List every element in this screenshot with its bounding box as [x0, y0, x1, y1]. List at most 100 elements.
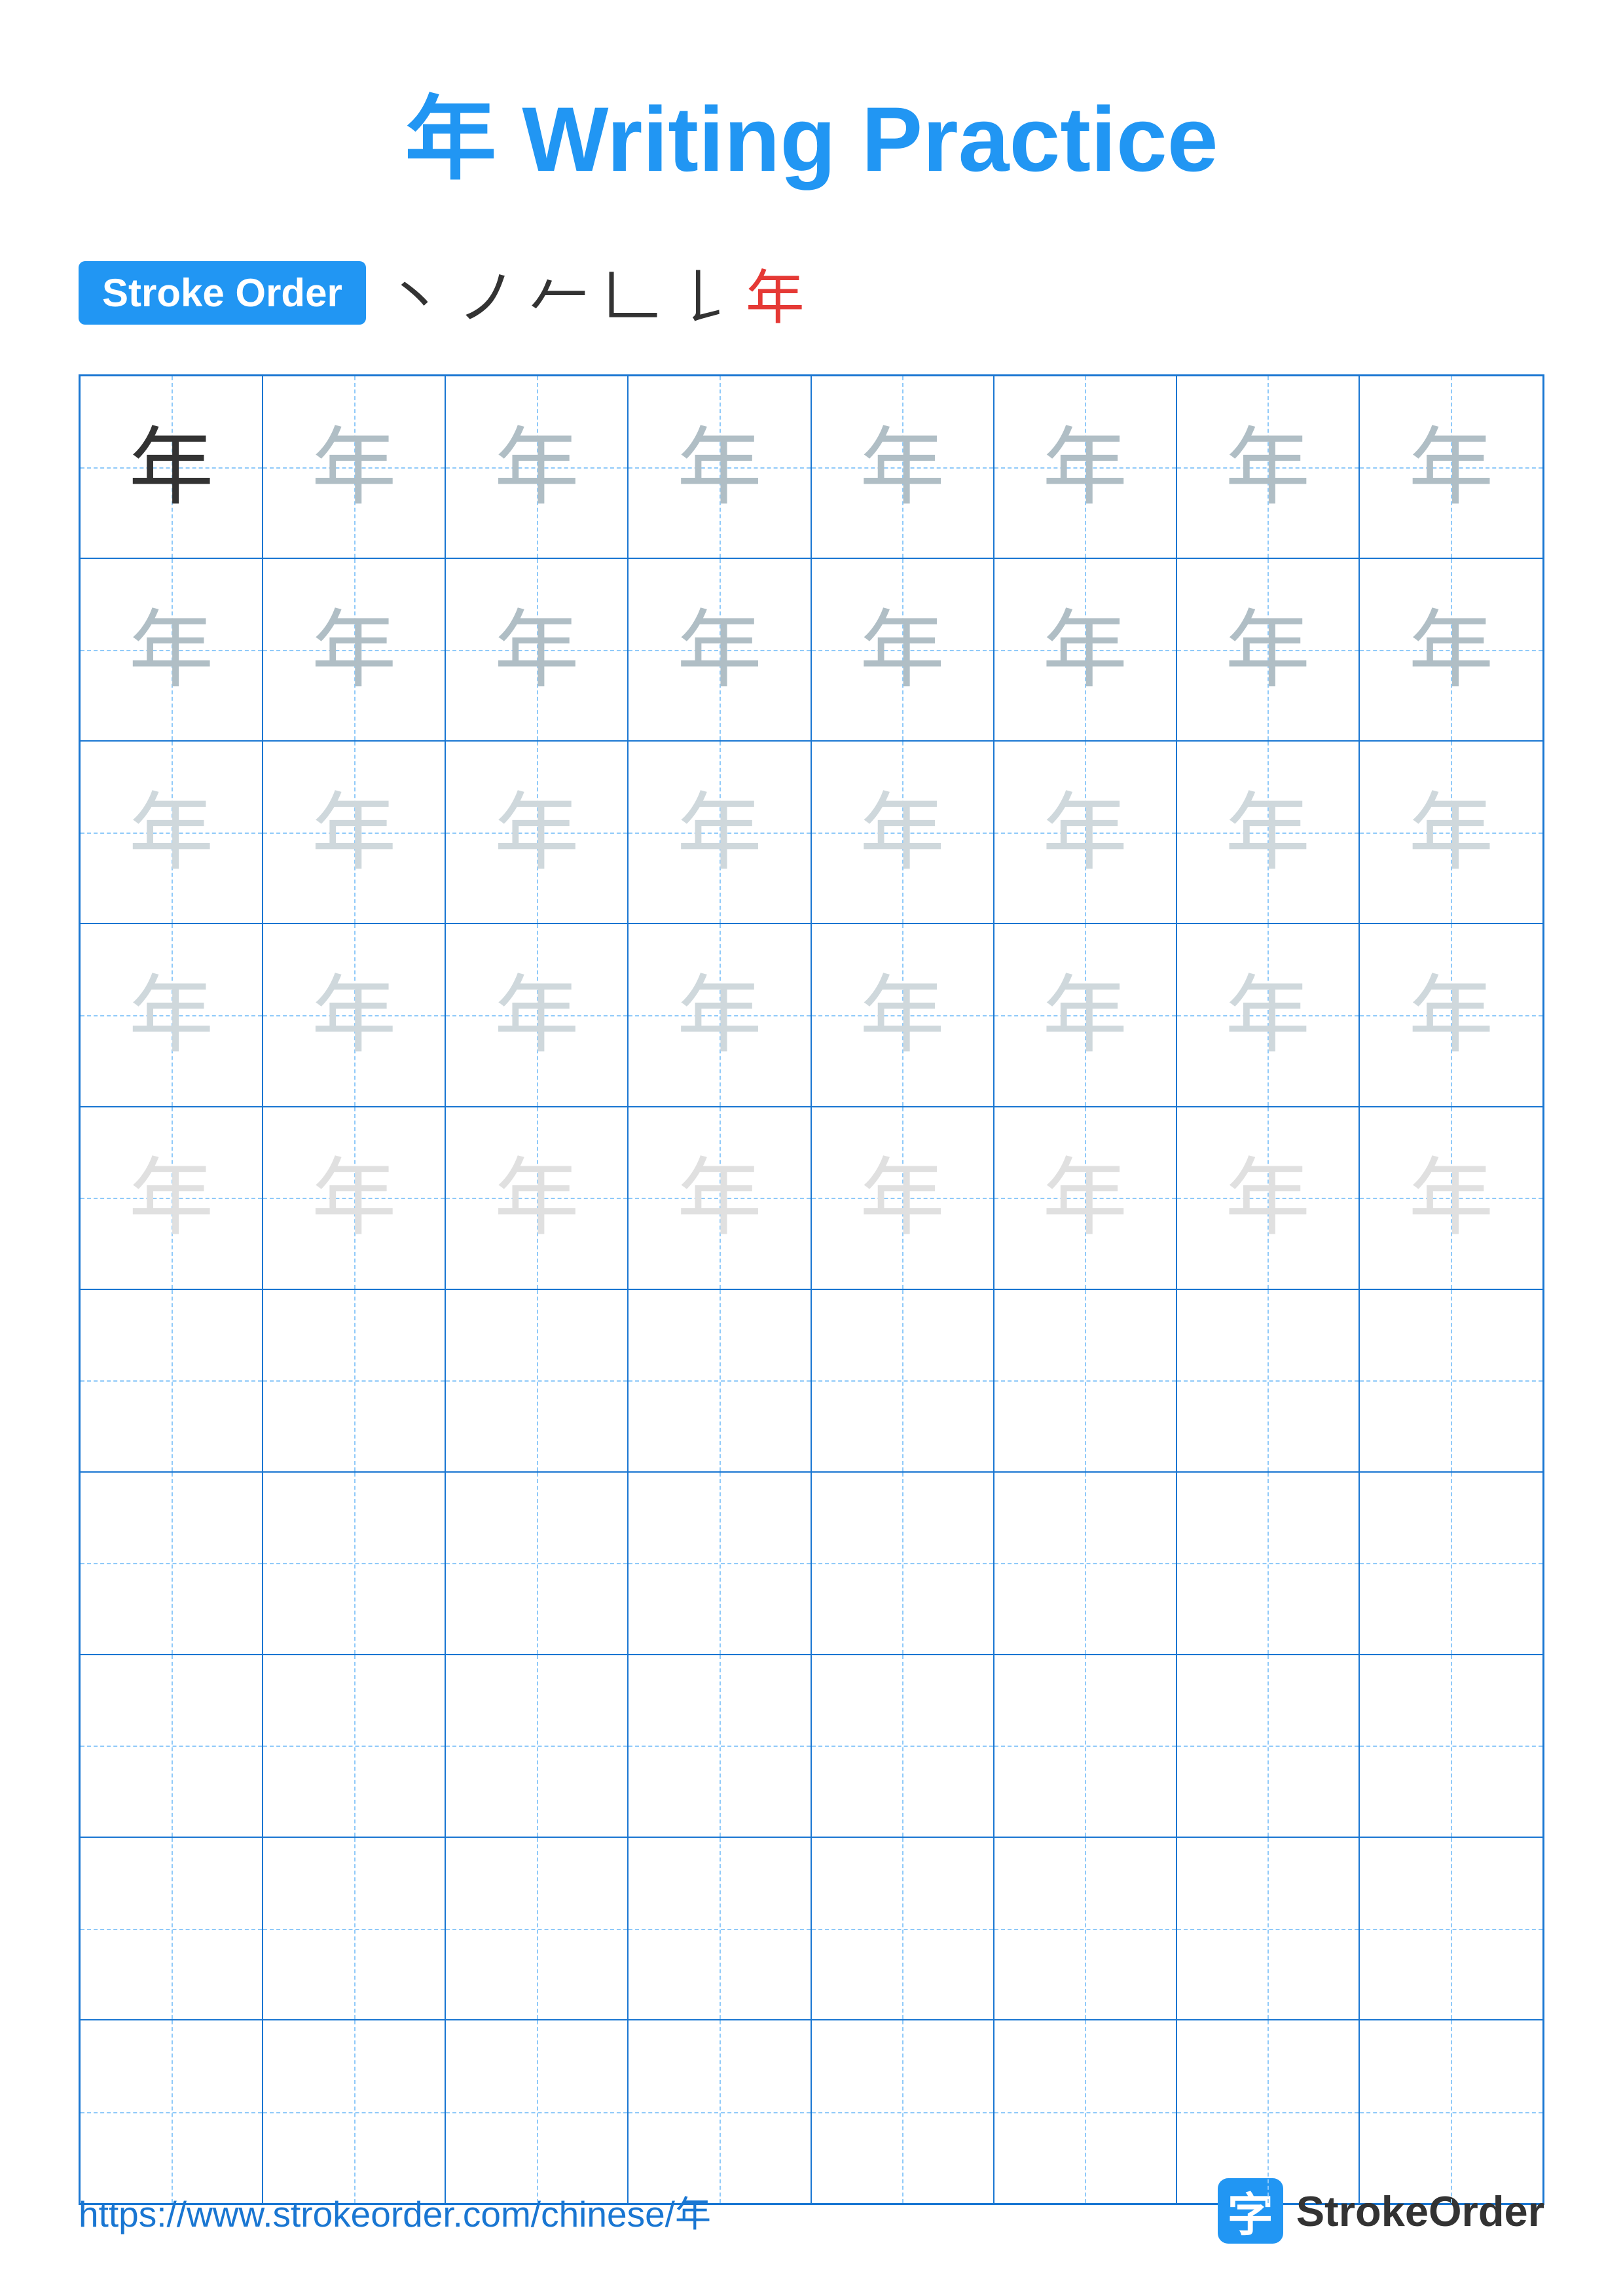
grid-cell-6-4	[629, 1290, 811, 1473]
grid-cell-2-1: 年	[81, 559, 263, 742]
stroke-4: 𠃊	[602, 250, 661, 335]
grid-cell-10-7	[1177, 2020, 1360, 2203]
stroke-order-section: Stroke Order 丶 ノ 𠂉 𠃊 𠄌 年	[79, 250, 1544, 335]
grid-cell-5-3: 年	[446, 1107, 629, 1290]
grid-row-1: 年 年 年 年 年 年 年 年	[81, 376, 1542, 559]
grid-cell-1-8: 年	[1360, 376, 1542, 559]
grid-cell-10-1	[81, 2020, 263, 2203]
grid-cell-9-6	[994, 1838, 1177, 2020]
page: 年 Writing Practice Stroke Order 丶 ノ 𠂉 𠃊 …	[0, 0, 1623, 2296]
grid-cell-10-2	[263, 2020, 446, 2203]
grid-cell-6-2	[263, 1290, 446, 1473]
grid-cell-3-8: 年	[1360, 742, 1542, 924]
title-char: 年	[405, 88, 496, 190]
grid-row-9	[81, 1838, 1542, 2020]
grid-cell-4-6: 年	[994, 924, 1177, 1107]
grid-cell-8-2	[263, 1655, 446, 1838]
stroke-1: 丶	[386, 250, 445, 335]
grid-cell-3-2: 年	[263, 742, 446, 924]
grid-cell-9-5	[812, 1838, 994, 2020]
grid-cell-3-6: 年	[994, 742, 1177, 924]
grid-cell-8-8	[1360, 1655, 1542, 1838]
grid-cell-1-6: 年	[994, 376, 1177, 559]
grid-cell-8-3	[446, 1655, 629, 1838]
grid-cell-4-5: 年	[812, 924, 994, 1107]
grid-cell-6-6	[994, 1290, 1177, 1473]
grid-row-10	[81, 2020, 1542, 2203]
grid-cell-2-5: 年	[812, 559, 994, 742]
grid-cell-3-4: 年	[629, 742, 811, 924]
grid-cell-8-6	[994, 1655, 1177, 1838]
grid-cell-5-7: 年	[1177, 1107, 1360, 1290]
grid-cell-5-6: 年	[994, 1107, 1177, 1290]
grid-cell-4-7: 年	[1177, 924, 1360, 1107]
grid-cell-7-2	[263, 1473, 446, 1655]
grid-cell-9-2	[263, 1838, 446, 2020]
grid-cell-4-2: 年	[263, 924, 446, 1107]
grid-cell-8-7	[1177, 1655, 1360, 1838]
stroke-6-final: 年	[746, 250, 805, 335]
grid-cell-1-4: 年	[629, 376, 811, 559]
stroke-order-badge: Stroke Order	[79, 261, 366, 325]
grid-cell-9-7	[1177, 1838, 1360, 2020]
title-label: Writing Practice	[522, 88, 1218, 190]
grid-cell-7-1	[81, 1473, 263, 1655]
grid-cell-6-1	[81, 1290, 263, 1473]
footer-brand-name: StrokeOrder	[1296, 2187, 1544, 2236]
grid-cell-7-7	[1177, 1473, 1360, 1655]
grid-cell-5-5: 年	[812, 1107, 994, 1290]
footer-logo: 字	[1218, 2178, 1283, 2244]
grid-cell-10-4	[629, 2020, 811, 2203]
stroke-3: 𠂉	[530, 250, 589, 335]
grid-cell-4-1: 年	[81, 924, 263, 1107]
grid-cell-9-8	[1360, 1838, 1542, 2020]
grid-cell-8-1	[81, 1655, 263, 1838]
grid-cell-5-4: 年	[629, 1107, 811, 1290]
grid-cell-1-3: 年	[446, 376, 629, 559]
grid-cell-1-7: 年	[1177, 376, 1360, 559]
grid-row-6	[81, 1290, 1542, 1473]
grid-row-3: 年 年 年 年 年 年 年 年	[81, 742, 1542, 924]
grid-cell-2-3: 年	[446, 559, 629, 742]
grid-cell-7-6	[994, 1473, 1177, 1655]
grid-row-2: 年 年 年 年 年 年 年 年	[81, 559, 1542, 742]
grid-cell-5-2: 年	[263, 1107, 446, 1290]
grid-cell-6-3	[446, 1290, 629, 1473]
footer-brand: 字 StrokeOrder	[1218, 2178, 1544, 2244]
grid-cell-1-2: 年	[263, 376, 446, 559]
footer: https://www.strokeorder.com/chinese/年 字 …	[79, 2178, 1544, 2244]
grid-cell-8-4	[629, 1655, 811, 1838]
grid-cell-3-1: 年	[81, 742, 263, 924]
grid-cell-7-8	[1360, 1473, 1542, 1655]
grid-cell-2-8: 年	[1360, 559, 1542, 742]
stroke-2: ノ	[458, 250, 517, 335]
grid-cell-10-6	[994, 2020, 1177, 2203]
grid-cell-9-1	[81, 1838, 263, 2020]
grid-cell-2-4: 年	[629, 559, 811, 742]
grid-cell-10-5	[812, 2020, 994, 2203]
grid-cell-7-3	[446, 1473, 629, 1655]
grid-cell-7-5	[812, 1473, 994, 1655]
stroke-5: 𠄌	[674, 250, 733, 335]
grid-cell-2-2: 年	[263, 559, 446, 742]
grid-cell-3-3: 年	[446, 742, 629, 924]
grid-cell-7-4	[629, 1473, 811, 1655]
grid-cell-6-8	[1360, 1290, 1542, 1473]
grid-cell-2-6: 年	[994, 559, 1177, 742]
page-title: 年 Writing Practice	[79, 65, 1544, 198]
practice-grid: 年 年 年 年 年 年 年 年 年 年 年 年 年 年 年 年 年 年 年 年 …	[79, 374, 1544, 2205]
grid-cell-6-5	[812, 1290, 994, 1473]
grid-cell-5-8: 年	[1360, 1107, 1542, 1290]
grid-cell-8-5	[812, 1655, 994, 1838]
grid-cell-5-1: 年	[81, 1107, 263, 1290]
footer-url: https://www.strokeorder.com/chinese/年	[79, 2185, 711, 2237]
grid-cell-10-3	[446, 2020, 629, 2203]
grid-cell-1-1: 年	[81, 376, 263, 559]
grid-cell-6-7	[1177, 1290, 1360, 1473]
grid-row-8	[81, 1655, 1542, 1838]
grid-cell-4-3: 年	[446, 924, 629, 1107]
stroke-sequence: 丶 ノ 𠂉 𠃊 𠄌 年	[386, 250, 805, 335]
grid-cell-10-8	[1360, 2020, 1542, 2203]
grid-cell-1-5: 年	[812, 376, 994, 559]
grid-row-4: 年 年 年 年 年 年 年 年	[81, 924, 1542, 1107]
